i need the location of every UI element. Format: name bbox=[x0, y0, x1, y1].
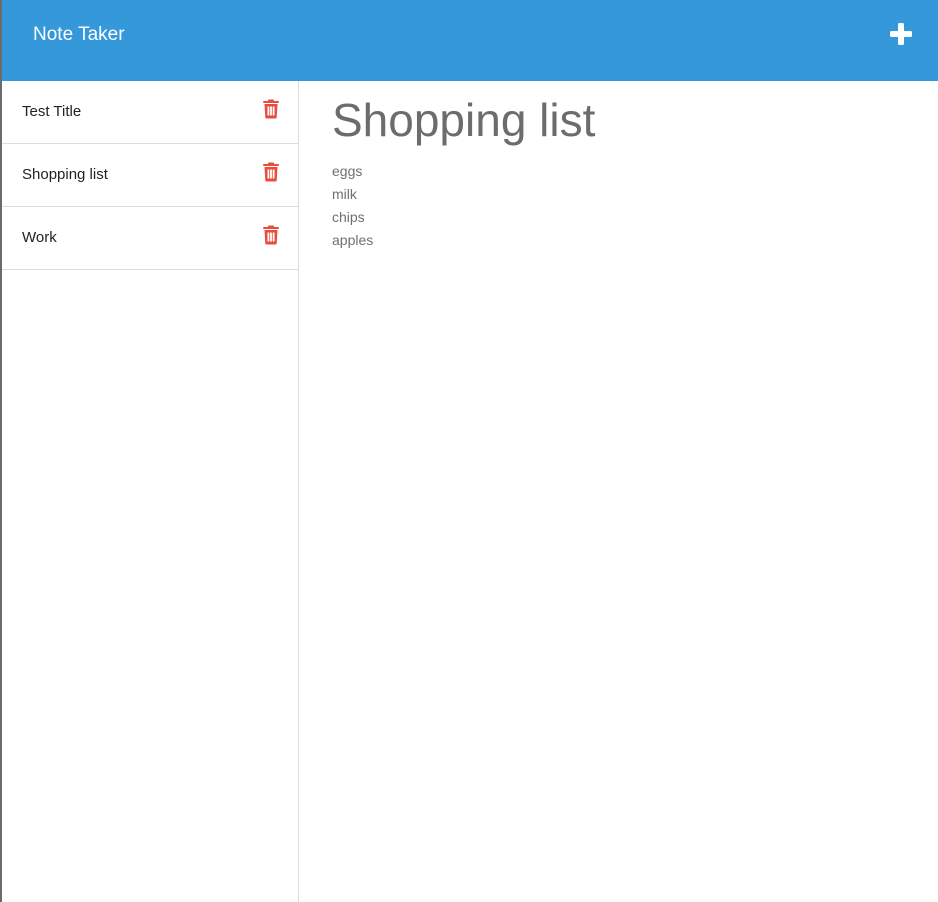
trash-icon bbox=[263, 225, 279, 245]
trash-icon bbox=[263, 162, 279, 182]
note-item-title: Work bbox=[22, 229, 57, 246]
note-text[interactable]: eggs milk chips apples bbox=[332, 160, 918, 252]
note-item-shopping-list[interactable]: Shopping list bbox=[2, 144, 298, 207]
navbar: Note Taker bbox=[2, 0, 938, 81]
note-list: Test Title Shopping list Work bbox=[2, 81, 298, 270]
delete-note-button[interactable] bbox=[262, 99, 280, 119]
plus-icon bbox=[890, 23, 912, 45]
note-view: Shopping list eggs milk chips apples bbox=[332, 90, 918, 252]
new-note-button[interactable] bbox=[887, 20, 915, 48]
app-window: Note Taker Test Title Shopping list Work… bbox=[0, 0, 938, 902]
note-item-work[interactable]: Work bbox=[2, 207, 298, 270]
notes-sidebar: Test Title Shopping list Work bbox=[2, 81, 299, 902]
note-title[interactable]: Shopping list bbox=[332, 90, 918, 150]
trash-icon bbox=[263, 99, 279, 119]
note-item-title: Test Title bbox=[22, 103, 82, 120]
app-title[interactable]: Note Taker bbox=[33, 23, 125, 47]
note-item-title: Shopping list bbox=[22, 166, 108, 183]
delete-note-button[interactable] bbox=[262, 162, 280, 182]
delete-note-button[interactable] bbox=[262, 225, 280, 245]
note-item-test-title[interactable]: Test Title bbox=[2, 81, 298, 144]
